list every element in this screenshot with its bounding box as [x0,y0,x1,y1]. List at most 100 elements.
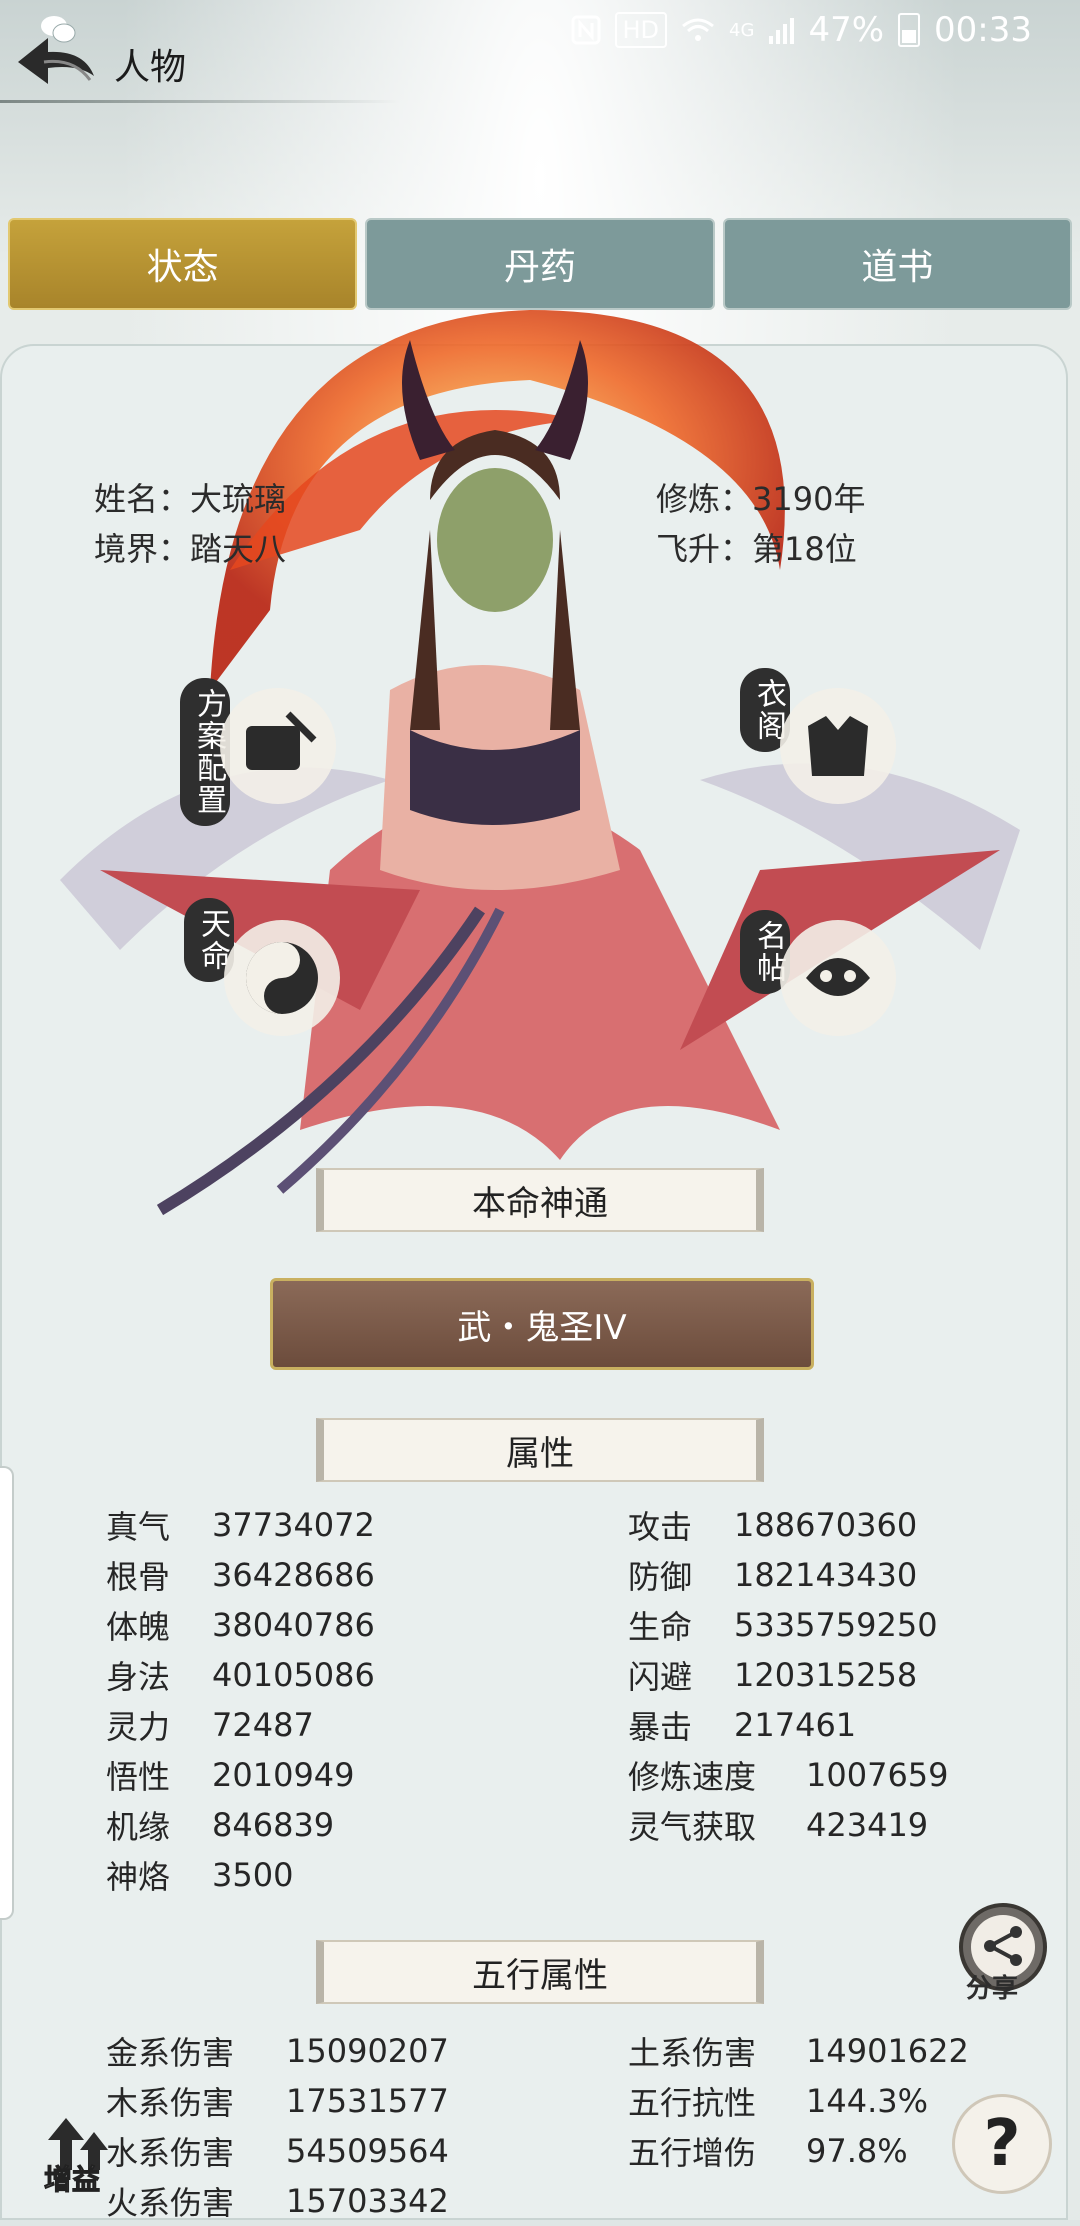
stat-row: 五行增伤 97.8% [628,2126,969,2176]
robe-icon[interactable] [778,686,898,806]
stat-value: 217461 [734,1706,857,1744]
mask-icon[interactable] [778,918,898,1038]
stat-value: 182143430 [734,1556,918,1594]
stat-label: 暴击 [628,1708,693,1746]
stat-row: 水系伤害 54509564 [106,2126,449,2176]
stat-label: 修炼速度 [628,1758,757,1796]
yin-yang-icon[interactable] [222,918,342,1038]
stat-label: 五行增伤 [628,2134,757,2172]
stat-value: 54509564 [286,2132,449,2170]
stat-value: 188670360 [734,1506,918,1544]
signal-icon [769,18,795,44]
stat-value: 17531577 [286,2082,449,2120]
cultivation-value: 3190年 [752,480,866,518]
stat-value: 15090207 [286,2032,449,2070]
stat-row: 神烙 3500 [106,1850,375,1900]
stat-row: 金系伤害 15090207 [106,2026,449,2076]
stat-value: 40105086 [212,1656,375,1694]
back-arrow-icon[interactable] [14,32,98,98]
stat-row: 机缘 846839 [106,1800,375,1850]
elements-right: 土系伤害 14901622 五行抗性 144.3% 五行增伤 97.8% [628,2026,969,2176]
stat-label: 闪避 [628,1658,693,1696]
stat-value: 120315258 [734,1656,918,1694]
character-cultivation: 修炼：3190年 [656,474,865,520]
stat-label: 土系伤害 [628,2034,757,2072]
character-name: 姓名：大琉璃 [94,474,286,520]
wifi-icon [682,18,714,41]
stat-label: 木系伤害 [106,2084,235,2122]
tab-status[interactable]: 状态 [8,218,358,310]
stat-label: 灵气获取 [628,1808,757,1846]
ascension-label: 飞升： [656,530,753,568]
stat-row: 土系伤害 14901622 [628,2026,969,2076]
tab-pills[interactable]: 丹药 [365,218,715,310]
natal-skill-button[interactable]: 武・鬼圣IV [270,1278,814,1370]
help-button[interactable]: ? [952,2094,1052,2194]
signal-label: 4G [729,19,755,41]
stat-value: 846839 [212,1806,335,1844]
side-drawer-handle[interactable] [0,1466,14,1920]
title-divider [0,100,400,103]
stat-label: 防御 [628,1558,693,1596]
stat-value: 15703342 [286,2182,449,2220]
stat-row: 暴击 217461 [628,1700,949,1750]
stat-value: 38040786 [212,1606,375,1644]
stat-value: 14901622 [806,2032,969,2070]
attributes-header: 属性 [316,1418,764,1482]
realm-value: 踏天八 [190,530,287,568]
stat-row: 体魄 38040786 [106,1600,375,1650]
name-value: 大琉璃 [190,480,287,518]
stat-row: 防御 182143430 [628,1550,949,1600]
stat-value: 2010949 [212,1756,355,1794]
tab-books[interactable]: 道书 [722,218,1072,310]
page-title: 人物 [114,47,187,88]
stat-label: 五行抗性 [628,2084,757,2122]
stat-label: 根骨 [106,1558,171,1596]
hd-badge: HD [614,12,668,48]
stat-value: 3500 [212,1856,294,1894]
stat-value: 1007659 [806,1756,949,1794]
attributes-left: 真气 37734072 根骨 36428686 体魄 38040786 身法 40105… [106,1500,375,1900]
battery-icon [898,13,921,47]
status-icons: HD 4G 47% 00:33 [571,10,1032,50]
stat-row: 真气 37734072 [106,1500,375,1550]
stat-value: 5335759250 [734,1606,938,1644]
nfc-icon [571,15,600,45]
stat-row: 五行抗性 144.3% [628,2076,969,2126]
attributes-right: 攻击 188670360 防御 182143430 生命 5335759250 闪避 1… [628,1500,949,1850]
battery-percent: 47% [808,10,885,50]
stat-row: 悟性 2010949 [106,1750,375,1800]
stat-label: 神烙 [106,1858,171,1896]
clock: 00:33 [934,10,1032,50]
tab-bar: 状态 丹药 道书 [8,218,1072,312]
natal-skill-header: 本命神通 [316,1168,764,1232]
five-elements-header: 五行属性 [316,1940,764,2004]
stat-label: 体魄 [106,1608,171,1646]
character-ascension: 飞升：第18位 [656,524,857,570]
stat-value: 97.8% [806,2132,908,2170]
buff-label: 增益 [43,2163,101,2197]
elements-left: 金系伤害 15090207 木系伤害 17531577 水系伤害 54509564 火… [106,2026,449,2226]
stat-label: 身法 [106,1658,171,1696]
stat-value: 36428686 [212,1556,375,1594]
stat-row: 攻击 188670360 [628,1500,949,1550]
realm-label: 境界： [94,530,191,568]
stat-label: 水系伤害 [106,2134,235,2172]
stat-row: 火系伤害 15703342 [106,2176,449,2226]
stat-row: 木系伤害 17531577 [106,2076,449,2126]
stat-label: 生命 [628,1608,693,1646]
stat-label: 机缘 [106,1808,171,1846]
stat-row: 修炼速度 1007659 [628,1750,949,1800]
stat-value: 72487 [212,1706,314,1744]
scroll-brush-icon[interactable] [218,686,338,806]
stat-value: 423419 [806,1806,929,1844]
name-label: 姓名： [94,480,191,518]
share-label: 分享 [966,1974,1019,2004]
stat-row: 灵气获取 423419 [628,1800,949,1850]
stat-value: 144.3% [806,2082,929,2120]
stat-row: 闪避 120315258 [628,1650,949,1700]
stat-label: 灵力 [106,1708,171,1746]
stat-label: 攻击 [628,1508,693,1546]
stat-label: 悟性 [106,1758,171,1796]
stat-row: 生命 5335759250 [628,1600,949,1650]
